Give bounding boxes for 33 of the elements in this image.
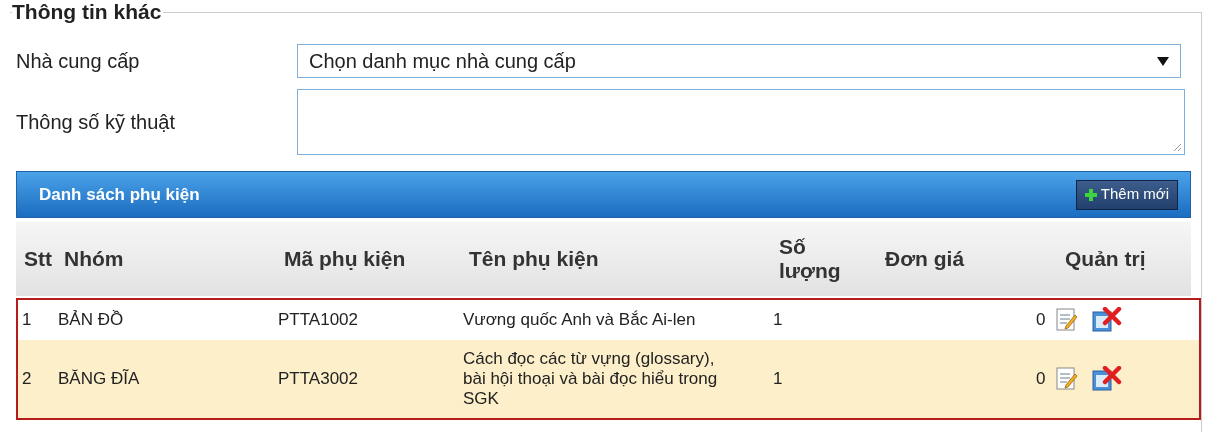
column-header: Nhóm (64, 247, 125, 271)
field-label: Nhà cung cấp (16, 49, 141, 74)
table-cell-text: 1 (21, 309, 33, 332)
table-cell-text: BĂNG ĐĨA (58, 368, 141, 391)
edit-icon[interactable] (1056, 308, 1078, 332)
table-cell-text: BẢN ĐỒ (58, 309, 125, 332)
column-header: Đơn giá (885, 247, 966, 271)
column-header: Quản trị (1064, 247, 1147, 271)
table-cell-text: Vương quốc Anh và Bắc Ai-len (463, 310, 697, 330)
column-header: Số lượng (779, 235, 842, 283)
table-cell-text: 0 (1036, 309, 1047, 332)
column-header: Stt (24, 247, 53, 271)
plus-icon (1084, 188, 1097, 201)
table-row[interactable]: 2 BĂNG ĐĨA PTTA3002 Cách đọc các từ vựng (glossary), bài hội thoại và bài đọc hiểu trong SGK 1 0 (18, 340, 1199, 418)
dropdown-arrow-icon (1157, 56, 1169, 66)
table-cell-text: 0 (1036, 368, 1047, 391)
resize-handle-icon[interactable] (1173, 143, 1182, 152)
table-cell-text: Cách đọc các từ vựng (glossary), bài hội thoại và bài đọc hiểu trong SGK (463, 349, 719, 409)
field-label: Thông số kỹ thuật (16, 110, 176, 135)
table-cell-text: PTTA3002 (278, 368, 359, 391)
add-new-button[interactable]: Thêm mới (1075, 179, 1178, 210)
specs-text-area[interactable] (297, 89, 1185, 155)
supplier-dropdown[interactable]: Chọn danh mục nhà cung cấp (297, 44, 1181, 78)
column-header: Mã phụ kiện (284, 247, 407, 271)
table-cell-text: 1 (773, 368, 784, 391)
table-cell-text: 1 (773, 309, 784, 332)
delete-icon[interactable] (1092, 307, 1122, 333)
table-cell-text: 2 (21, 368, 33, 391)
panel-title: Danh sách phụ kiện (39, 183, 200, 206)
table-cell-text: PTTA1002 (278, 309, 359, 332)
delete-icon[interactable] (1092, 366, 1122, 392)
column-header: Tên phụ kiện (469, 247, 600, 271)
edit-icon[interactable] (1056, 367, 1078, 391)
